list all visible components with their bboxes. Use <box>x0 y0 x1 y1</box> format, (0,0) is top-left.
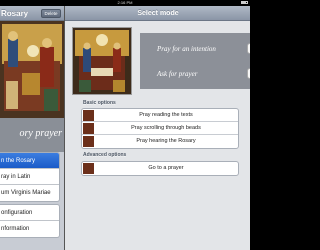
hero-icon-image <box>72 27 132 95</box>
menu-item-rosarium[interactable]: um Virginis Mariae <box>0 185 59 201</box>
master-nav-bar: Rosary Delete <box>0 6 64 21</box>
option-label: Go to a prayer <box>148 165 184 171</box>
delete-button[interactable]: Delete <box>41 9 61 18</box>
master-caption-text: ory prayer <box>19 128 63 139</box>
detail-pane: Select mode Pray for an intention Ask fo… <box>64 6 250 250</box>
detail-nav-bar: Select mode <box>65 6 250 21</box>
option-scrolling-beads[interactable]: Pray scrolling through beads <box>82 122 238 135</box>
menu-item-information[interactable]: nformation <box>0 221 59 237</box>
master-menu-group: n the Rosary ray in Latin um Virginis Ma… <box>0 152 60 202</box>
pray-intention-row[interactable]: Pray for an intention <box>140 39 250 59</box>
master-settings-group: onfiguration nformation <box>0 204 60 238</box>
advanced-options-header: Advanced options <box>83 152 127 158</box>
option-reading-texts[interactable]: Pray reading the texts <box>82 109 238 122</box>
master-caption: ory prayer <box>0 118 64 152</box>
icon-painting-image <box>0 21 64 118</box>
advanced-options-group: Go to a prayer <box>81 161 239 176</box>
hearing-thumbnail-icon <box>83 136 94 147</box>
option-go-to-prayer[interactable]: Go to a prayer <box>82 162 238 175</box>
basic-options-group: Pray reading the texts Pray scrolling th… <box>81 108 239 149</box>
beads-thumbnail-icon <box>83 123 94 134</box>
menu-item-pray-rosary[interactable]: n the Rosary <box>0 153 59 169</box>
option-label: Pray hearing the Rosary <box>136 138 196 144</box>
option-label: Pray reading the texts <box>139 112 193 118</box>
intention-panel: Pray for an intention Ask for prayer <box>140 33 250 89</box>
option-hearing-rosary[interactable]: Pray hearing the Rosary <box>82 135 238 148</box>
reading-thumbnail-icon <box>83 110 94 121</box>
menu-item-configuration[interactable]: onfiguration <box>0 205 59 221</box>
prayer-thumbnail-icon <box>83 163 94 174</box>
battery-icon <box>241 1 248 4</box>
master-title: Rosary <box>1 9 29 18</box>
ask-prayer-toggle[interactable] <box>247 68 250 79</box>
pray-intention-label: Pray for an intention <box>157 45 216 53</box>
ask-prayer-label: Ask for prayer <box>157 70 198 78</box>
basic-options-header: Basic options <box>83 100 116 106</box>
pray-intention-toggle[interactable] <box>247 43 250 54</box>
master-pane: Rosary Delete ory prayer n the Rosary ra… <box>0 6 64 250</box>
ask-prayer-row[interactable]: Ask for prayer <box>140 64 250 84</box>
detail-title: Select mode <box>137 10 179 17</box>
option-label: Pray scrolling through beads <box>131 125 201 131</box>
menu-item-pray-latin[interactable]: ray in Latin <box>0 169 59 185</box>
